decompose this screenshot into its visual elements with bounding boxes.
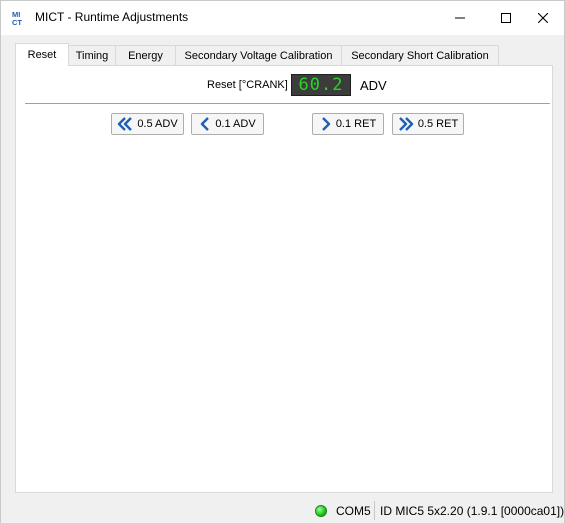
tab-secondary-short-calibration[interactable]: Secondary Short Calibration: [341, 45, 499, 65]
tab-label: Reset: [27, 49, 57, 61]
minimize-icon: [455, 17, 465, 19]
status-bar: COM5 ID MIC5 5x2.20 (1.9.1 [0000ca01]): [1, 499, 564, 523]
mict-logo-icon: MI CT: [12, 10, 22, 26]
device-id-label: ID MIC5 5x2.20 (1.9.1 [0000ca01]): [380, 504, 565, 518]
reset-value: 60.2: [298, 75, 344, 95]
button-label: 0.5 RET: [417, 118, 459, 130]
tab-label: Timing: [75, 49, 109, 62]
tab-label: Secondary Short Calibration: [351, 49, 489, 62]
connection-status-led-icon: [315, 505, 327, 517]
com-port-label: COM5: [336, 504, 371, 518]
retard-0-1-button[interactable]: 0.1 RET: [312, 113, 384, 135]
tab-label: Energy: [128, 49, 163, 62]
double-chevron-left-icon: [118, 117, 133, 131]
maximize-icon: [501, 13, 511, 23]
chevron-right-icon: [321, 117, 331, 131]
chevron-left-icon: [201, 117, 210, 131]
runtime-adjustments-window: MI CT MICT - Runtime Adjustments Reset T…: [0, 0, 565, 523]
button-label: 0.5 ADV: [137, 118, 178, 130]
tab-secondary-voltage-calibration[interactable]: Secondary Voltage Calibration: [175, 45, 342, 65]
tab-reset[interactable]: Reset: [15, 43, 69, 66]
reset-tab-panel: [15, 65, 553, 493]
advance-0-1-button[interactable]: 0.1 ADV: [191, 113, 264, 135]
reset-unit-label: ADV: [360, 78, 387, 93]
double-chevron-right-icon: [398, 117, 414, 131]
reset-value-display: 60.2: [291, 74, 351, 96]
retard-0-5-button[interactable]: 0.5 RET: [392, 113, 464, 135]
tab-label: Secondary Voltage Calibration: [184, 49, 333, 62]
title-bar[interactable]: MI CT MICT - Runtime Adjustments: [1, 1, 564, 35]
divider: [25, 103, 550, 104]
button-label: 0.1 RET: [335, 118, 377, 130]
tab-energy[interactable]: Energy: [115, 45, 176, 65]
status-separator: [374, 501, 375, 520]
button-label: 0.1 ADV: [215, 118, 256, 130]
advance-0-5-button[interactable]: 0.5 ADV: [111, 113, 184, 135]
close-icon: [538, 13, 548, 23]
minimize-button[interactable]: [437, 1, 483, 35]
reset-label: Reset [°CRANK]: [207, 79, 288, 91]
close-button[interactable]: [523, 1, 563, 35]
svg-text:CT: CT: [12, 18, 22, 26]
tab-timing[interactable]: Timing: [68, 45, 116, 65]
window-title: MICT - Runtime Adjustments: [35, 10, 189, 24]
